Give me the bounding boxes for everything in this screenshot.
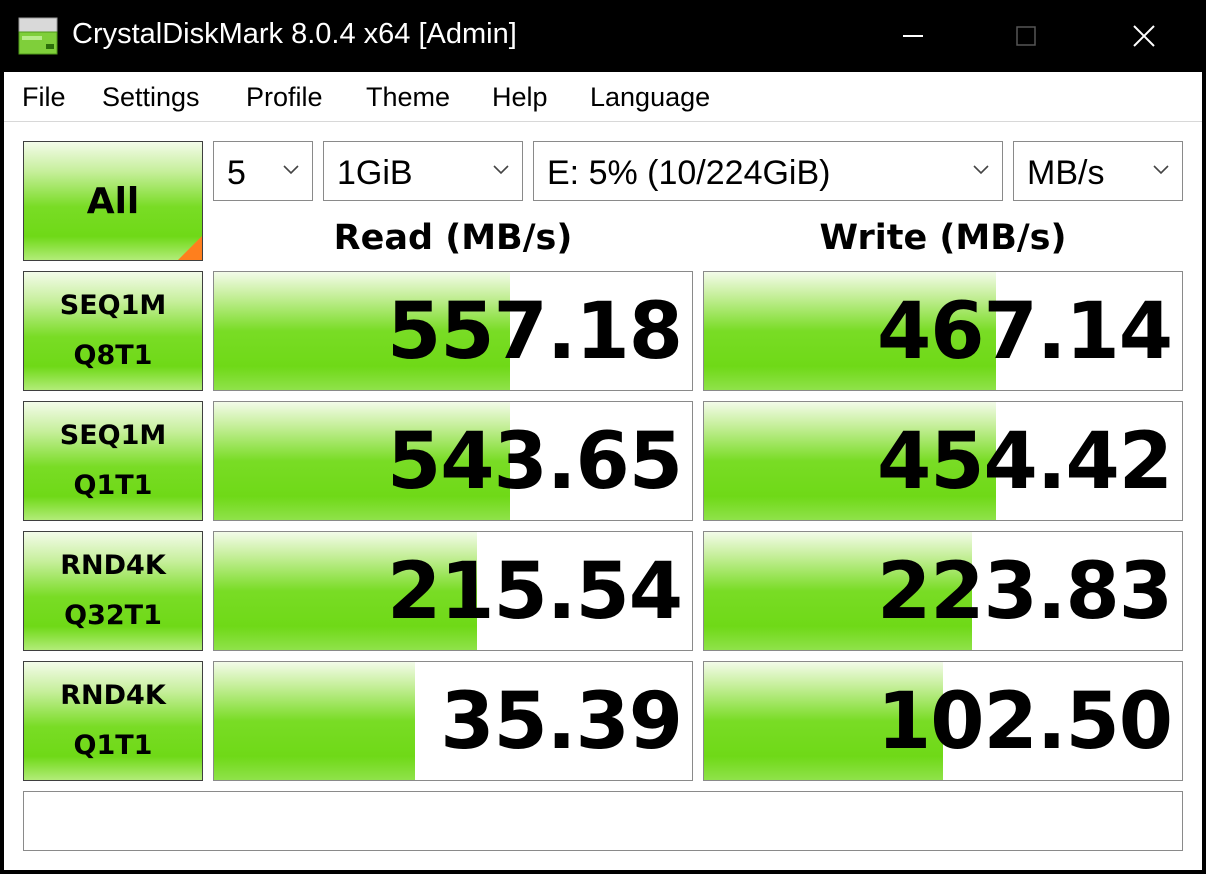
size-value: 1GiB bbox=[337, 154, 413, 192]
count-select[interactable]: 5 bbox=[213, 141, 313, 201]
write-value: 102.50 bbox=[877, 677, 1173, 767]
test-button-seq1m-q8t1[interactable]: SEQ1M Q8T1 bbox=[23, 271, 203, 391]
read-result-cell: 35.39 bbox=[213, 661, 693, 781]
test-label-line1: SEQ1M bbox=[59, 290, 167, 321]
close-icon bbox=[1133, 25, 1155, 47]
maximize-button[interactable] bbox=[967, 0, 1085, 72]
test-label-line1: RND4K bbox=[60, 680, 166, 711]
menu-settings[interactable]: Settings bbox=[102, 82, 200, 113]
menu-bar: File Settings Profile Theme Help Languag… bbox=[4, 72, 1202, 122]
all-button[interactable]: All bbox=[23, 141, 203, 261]
test-label-line2: Q1T1 bbox=[73, 730, 153, 761]
write-result-cell: 223.83 bbox=[703, 531, 1183, 651]
drive-select[interactable]: E: 5% (10/224GiB) bbox=[533, 141, 1003, 201]
read-progress-bar bbox=[214, 662, 415, 780]
read-value: 215.54 bbox=[387, 547, 683, 637]
close-button[interactable] bbox=[1085, 0, 1203, 72]
read-value: 557.18 bbox=[387, 287, 683, 377]
all-button-label: All bbox=[86, 180, 140, 222]
test-button-rnd4k-q32t1[interactable]: RND4K Q32T1 bbox=[23, 531, 203, 651]
write-value: 454.42 bbox=[877, 417, 1173, 507]
all-corner-marker bbox=[178, 236, 202, 260]
comment-field[interactable] bbox=[23, 791, 1183, 851]
app-disk-icon bbox=[18, 17, 58, 55]
write-header: Write (MB/s) bbox=[819, 218, 1067, 258]
write-value: 223.83 bbox=[877, 547, 1173, 637]
unit-select[interactable]: MB/s bbox=[1013, 141, 1183, 201]
read-result-cell: 543.65 bbox=[213, 401, 693, 521]
menu-language[interactable]: Language bbox=[590, 82, 710, 113]
chevron-down-icon bbox=[283, 165, 299, 175]
test-button-rnd4k-q1t1[interactable]: RND4K Q1T1 bbox=[23, 661, 203, 781]
menu-profile[interactable]: Profile bbox=[246, 82, 323, 113]
test-label-line2: Q8T1 bbox=[73, 340, 153, 371]
test-label-line2: Q1T1 bbox=[73, 470, 153, 501]
menu-help[interactable]: Help bbox=[492, 82, 548, 113]
test-button-seq1m-q1t1[interactable]: SEQ1M Q1T1 bbox=[23, 401, 203, 521]
count-value: 5 bbox=[227, 154, 246, 192]
write-result-cell: 454.42 bbox=[703, 401, 1183, 521]
title-bar: CrystalDiskMark 8.0.4 x64 [Admin] bbox=[0, 0, 1206, 72]
read-value: 543.65 bbox=[387, 417, 683, 507]
write-result-cell: 467.14 bbox=[703, 271, 1183, 391]
menu-theme[interactable]: Theme bbox=[366, 82, 450, 113]
unit-value: MB/s bbox=[1027, 154, 1105, 192]
test-label-line2: Q32T1 bbox=[64, 600, 162, 631]
drive-value: E: 5% (10/224GiB) bbox=[547, 154, 831, 192]
test-label-line1: SEQ1M bbox=[59, 420, 167, 451]
write-value: 467.14 bbox=[877, 287, 1173, 377]
menu-file[interactable]: File bbox=[22, 82, 66, 113]
minimize-button[interactable] bbox=[854, 0, 972, 72]
size-select[interactable]: 1GiB bbox=[323, 141, 523, 201]
chevron-down-icon bbox=[493, 165, 509, 175]
read-header: Read (MB/s) bbox=[333, 218, 573, 258]
chevron-down-icon bbox=[973, 165, 989, 175]
chevron-down-icon bbox=[1153, 165, 1169, 175]
minimize-icon bbox=[903, 35, 923, 37]
write-result-cell: 102.50 bbox=[703, 661, 1183, 781]
read-value: 35.39 bbox=[440, 677, 683, 767]
read-result-cell: 557.18 bbox=[213, 271, 693, 391]
window-title: CrystalDiskMark 8.0.4 x64 [Admin] bbox=[72, 18, 517, 50]
maximize-icon bbox=[1016, 26, 1036, 46]
read-result-cell: 215.54 bbox=[213, 531, 693, 651]
test-label-line1: RND4K bbox=[60, 550, 166, 581]
